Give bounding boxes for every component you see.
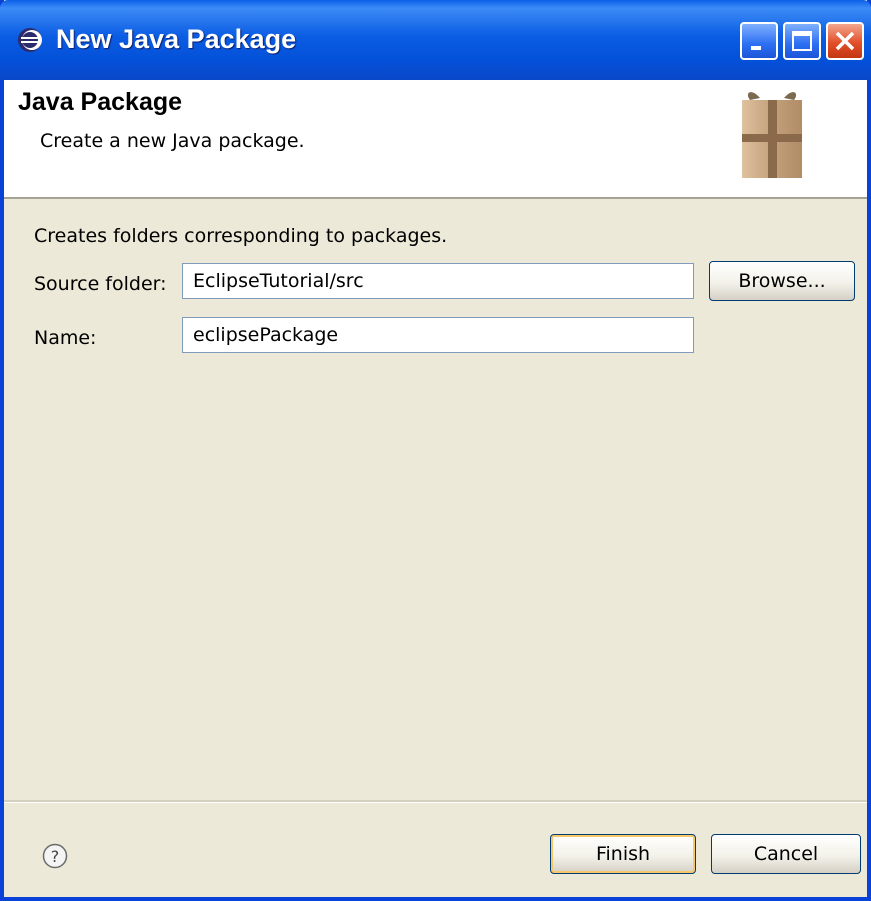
minimize-button[interactable] <box>740 22 778 60</box>
footer-separator <box>4 800 867 803</box>
dialog-window: New Java Package Java Package Create a n… <box>0 0 871 901</box>
maximize-icon <box>792 31 812 51</box>
title-bar[interactable]: New Java Package <box>0 0 871 80</box>
close-button[interactable] <box>826 22 864 60</box>
cancel-button[interactable]: Cancel <box>711 834 861 874</box>
name-label: Name: <box>34 327 97 349</box>
minimize-icon <box>751 46 761 50</box>
intro-text: Creates folders corresponding to package… <box>34 225 448 247</box>
svg-text:?: ? <box>51 847 60 866</box>
package-icon <box>742 92 802 178</box>
page-description: Create a new Java package. <box>40 130 305 152</box>
close-icon <box>835 31 855 51</box>
name-input[interactable] <box>182 317 694 353</box>
source-folder-label: Source folder: <box>34 273 167 295</box>
finish-button[interactable]: Finish <box>550 834 696 874</box>
source-folder-input[interactable] <box>182 263 694 299</box>
page-title: Java Package <box>18 88 183 116</box>
help-icon[interactable]: ? <box>42 843 68 869</box>
eclipse-icon <box>18 28 42 52</box>
maximize-button[interactable] <box>783 22 821 60</box>
window-title: New Java Package <box>56 24 297 54</box>
wizard-header: Java Package Create a new Java package. <box>4 80 867 199</box>
browse-button[interactable]: Browse... <box>709 261 855 301</box>
